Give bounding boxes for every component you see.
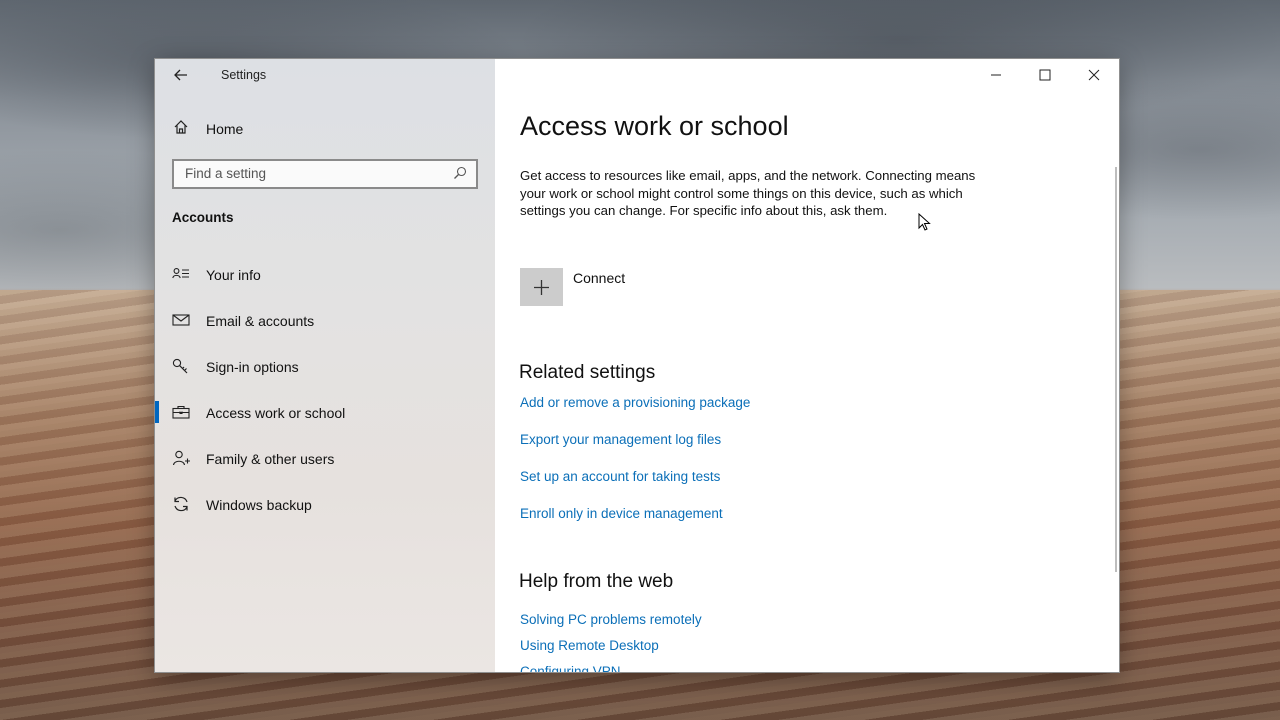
sidebar-item-label: Access work or school [206, 405, 346, 421]
person-card-icon [172, 266, 190, 282]
minimize-button[interactable] [972, 59, 1020, 91]
search-icon[interactable] [453, 166, 468, 181]
sidebar-item-label: Email & accounts [206, 313, 315, 329]
maximize-button[interactable] [1021, 59, 1069, 91]
minimize-icon [991, 74, 1001, 76]
sidebar-item-label: Family & other users [206, 451, 335, 467]
close-icon [1088, 69, 1100, 81]
sidebar-nav: Your info Email & accounts Sign-in optio… [155, 263, 495, 539]
link-account-for-tests[interactable]: Set up an account for taking tests [520, 469, 720, 484]
link-provisioning-package[interactable]: Add or remove a provisioning package [520, 395, 750, 410]
page-description: Get access to resources like email, apps… [520, 168, 976, 218]
settings-window: Settings Home Find a setting Accounts Yo… [155, 59, 1119, 672]
sidebar-item-email-accounts[interactable]: Email & accounts [155, 309, 495, 355]
sidebar-item-label: Sign-in options [206, 359, 299, 375]
connect-label[interactable]: Connect [573, 270, 625, 286]
main-content: Access work or school Get access to reso… [495, 59, 1119, 672]
scrollbar[interactable] [1115, 167, 1117, 572]
link-export-management-logs[interactable]: Export your management log files [520, 432, 721, 447]
plus-icon [534, 280, 549, 295]
connect-button[interactable] [520, 268, 563, 306]
sidebar-item-sign-in-options[interactable]: Sign-in options [155, 355, 495, 401]
sidebar-item-label: Windows backup [206, 497, 312, 513]
sync-icon [172, 496, 190, 512]
back-arrow-icon[interactable] [167, 63, 195, 87]
window-title: Settings [221, 68, 267, 82]
link-solving-pc-problems[interactable]: Solving PC problems remotely [520, 612, 702, 627]
sidebar: Settings Home Find a setting Accounts Yo… [155, 59, 495, 672]
sidebar-item-label: Your info [206, 267, 261, 283]
sidebar-item-access-work-or-school[interactable]: Access work or school [155, 401, 495, 447]
sidebar-item-family-other-users[interactable]: Family & other users [155, 447, 495, 493]
link-enroll-device-management[interactable]: Enroll only in device management [520, 506, 723, 521]
section-title-accounts: Accounts [172, 210, 234, 225]
sidebar-item-your-info[interactable]: Your info [155, 263, 495, 309]
home-label: Home [206, 121, 244, 137]
active-indicator [155, 401, 159, 423]
link-configuring-vpn[interactable]: Configuring VPN [520, 664, 621, 672]
search-input[interactable]: Find a setting [172, 159, 478, 189]
related-settings-heading: Related settings [519, 362, 656, 383]
close-button[interactable] [1070, 59, 1118, 91]
mail-icon [172, 312, 190, 328]
key-icon [172, 358, 190, 374]
person-add-icon [172, 450, 190, 466]
briefcase-icon [172, 404, 190, 420]
maximize-icon [1039, 69, 1051, 81]
sidebar-item-windows-backup[interactable]: Windows backup [155, 493, 495, 539]
help-from-web-heading: Help from the web [519, 571, 674, 592]
sidebar-item-home[interactable]: Home [155, 117, 495, 143]
search-placeholder: Find a setting [185, 166, 267, 181]
home-icon [173, 119, 191, 137]
mouse-cursor-icon [918, 213, 931, 231]
link-remote-desktop[interactable]: Using Remote Desktop [520, 638, 659, 653]
page-title: Access work or school [520, 111, 789, 141]
